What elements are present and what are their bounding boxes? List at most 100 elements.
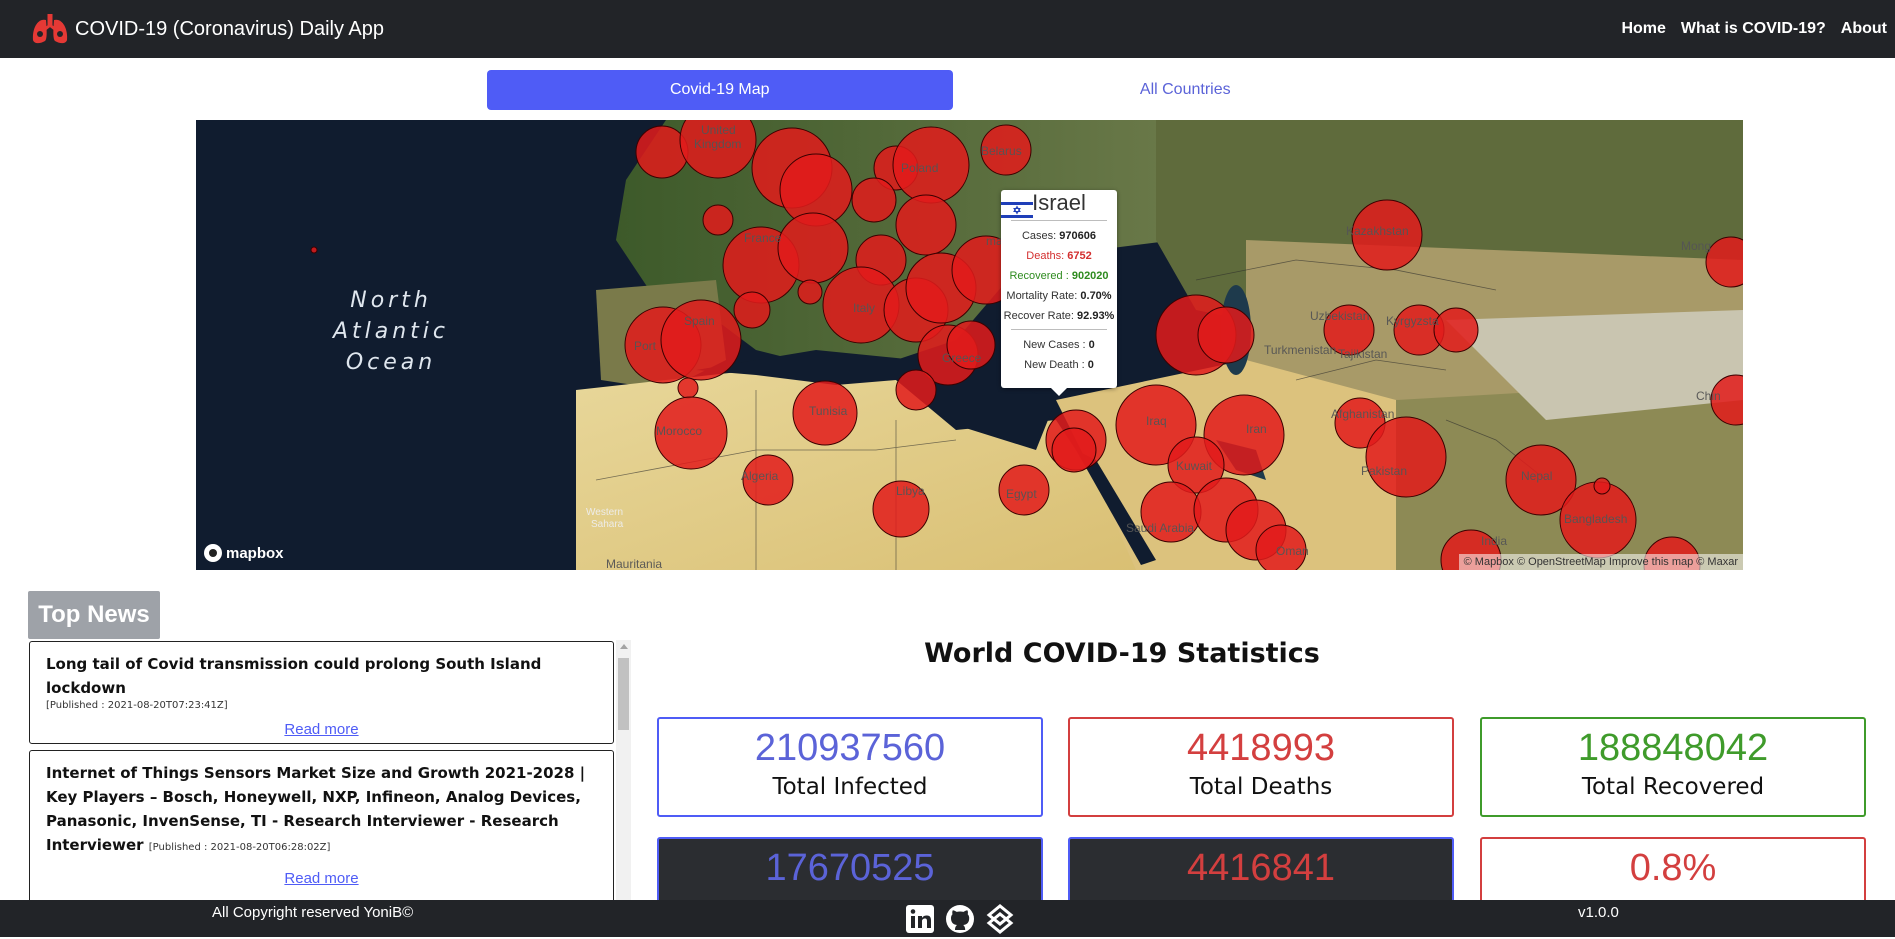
svg-text:Belarus: Belarus (981, 144, 1022, 158)
svg-text:Kingdom: Kingdom (694, 137, 741, 151)
svg-text:Spain: Spain (684, 314, 715, 328)
scroll-up-arrow-icon[interactable] (620, 644, 628, 649)
svg-text:Oman: Oman (1276, 544, 1309, 558)
news-headline-text: Internet of Things Sensors Market Size a… (46, 764, 586, 854)
svg-text:United: United (701, 123, 736, 137)
svg-text:Kazakhstan: Kazakhstan (1346, 224, 1409, 238)
scroll-thumb[interactable] (618, 658, 629, 730)
covid-map[interactable]: United Kingdom Poland Belarus France Spai… (196, 120, 1743, 570)
svg-text:Algeria: Algeria (741, 469, 779, 483)
news-published-date: [Published : 2021-08-20T07:23:41Z] (46, 700, 228, 711)
news-headline: Long tail of Covid transmission could pr… (46, 655, 542, 697)
read-more-link[interactable]: Read more (46, 870, 597, 887)
popup-deaths: Deaths: 6752 (1001, 246, 1117, 266)
popup-recovered-value: 902020 (1071, 270, 1109, 282)
svg-text:Nepal: Nepal (1521, 469, 1552, 483)
map-attribution[interactable]: © Mapbox © OpenStreetMap Improve this ma… (1458, 554, 1743, 570)
svg-text:Sahara: Sahara (591, 519, 624, 530)
news-item: Long tail of Covid transmission could pr… (29, 641, 614, 744)
total-infected-label: Total Infected (772, 774, 928, 800)
svg-text:Kyrgyzsta: Kyrgyzsta (1386, 314, 1439, 328)
svg-text:Bangladesh: Bangladesh (1564, 512, 1627, 526)
mapbox-icon (204, 544, 222, 562)
popup-cases-label: Cases: (1021, 230, 1057, 242)
popup-new-cases: New Cases : 0 (1001, 335, 1117, 355)
read-more-link[interactable]: Read more (46, 721, 597, 738)
top-news-title: Top News (28, 591, 160, 639)
popup-cases-value: 970606 (1059, 230, 1097, 242)
news-published-date: [Published : 2021-08-20T06:28:02Z] (148, 842, 331, 853)
linkedin-icon[interactable] (905, 904, 939, 934)
news-headline: Internet of Things Sensors Market Size a… (46, 761, 597, 860)
view-tabs: Covid-19 Map All Countries (487, 70, 1418, 110)
popup-divider (1011, 329, 1107, 330)
svg-text:Libya: Libya (896, 484, 925, 498)
popup-tip (1051, 388, 1067, 396)
lungs-virus-icon (32, 14, 68, 44)
active-cases-value: 17670525 (765, 847, 935, 889)
footer: All Copyright reserved YoniB© v1.0.0 (0, 900, 1895, 937)
total-recovered-card: 188848042 Total Recovered (1480, 717, 1866, 817)
ocean-label-line-1: North (350, 288, 432, 313)
total-deaths-label: Total Deaths (1189, 774, 1333, 800)
tab-covid-map[interactable]: Covid-19 Map (487, 70, 953, 110)
footer-copyright: All Copyright reserved YoniB© (212, 904, 414, 921)
ocean-label-line-3: Ocean (345, 350, 437, 375)
svg-text:Port: Port (634, 339, 657, 353)
svg-text:Tunisia: Tunisia (809, 404, 848, 418)
popup-recover-rate-value: 92.93% (1077, 310, 1115, 322)
svg-text:Turkmenistan: Turkmenistan (1264, 343, 1336, 357)
ocean-label-line-2: Atlantic (332, 319, 450, 344)
svg-text:Iran: Iran (1246, 422, 1267, 436)
tab-all-countries[interactable]: All Countries (953, 70, 1419, 110)
svg-text:Italy: Italy (853, 301, 875, 315)
stackshare-icon[interactable] (985, 904, 1019, 934)
svg-text:Kuwait: Kuwait (1176, 459, 1213, 473)
svg-text:Western: Western (586, 507, 623, 518)
popup-new-cases-label: New Cases : (1023, 339, 1086, 351)
app-version: v1.0.0 (1578, 904, 1619, 921)
total-infected-card: 210937560 Total Infected (657, 717, 1043, 817)
svg-text:Uzbekistan: Uzbekistan (1310, 309, 1369, 323)
news-item: Internet of Things Sensors Market Size a… (29, 750, 614, 900)
israel-flag-icon (1001, 200, 1033, 220)
total-recovered-label: Total Recovered (1581, 774, 1765, 800)
nav-home-link[interactable]: Home (1621, 20, 1665, 38)
svg-text:Mong: Mong (1681, 239, 1711, 253)
svg-text:France: France (744, 231, 782, 245)
popup-recovered-label: Recovered : (1009, 270, 1069, 282)
popup-new-death-value: 0 (1087, 359, 1094, 371)
mapbox-logo-text: mapbox (226, 544, 284, 562)
nav-what-is-covid-link[interactable]: What is COVID-19? (1681, 20, 1826, 38)
svg-text:Greece: Greece (942, 351, 982, 365)
stats-title: World COVID-19 Statistics (924, 638, 1320, 669)
popup-new-cases-value: 0 (1088, 339, 1095, 351)
brand[interactable]: COVID-19 (Coronavirus) Daily App (30, 12, 384, 46)
svg-text:Egypt: Egypt (1006, 487, 1037, 501)
popup-mortality: Mortality Rate: 0.70% (1001, 286, 1117, 306)
svg-text:Saudi Arabia: Saudi Arabia (1126, 521, 1194, 535)
svg-text:India: India (1481, 534, 1507, 548)
nav-about-link[interactable]: About (1841, 20, 1887, 38)
news-panel: Long tail of Covid transmission could pr… (28, 640, 633, 900)
total-infected-value: 210937560 (754, 727, 946, 769)
news-scrollbar[interactable] (616, 640, 631, 900)
svg-text:Iraq: Iraq (1146, 414, 1167, 428)
popup-cases: Cases: 970606 (1001, 226, 1117, 246)
github-icon[interactable] (945, 904, 979, 934)
popup-new-death: New Death : 0 (1001, 355, 1117, 375)
popup-recover-rate: Recover Rate: 92.93% (1001, 306, 1117, 326)
popup-recover-rate-label: Recover Rate: (1003, 310, 1074, 322)
app-title: COVID-19 (Coronavirus) Daily App (75, 17, 384, 40)
total-recovered-value: 188848042 (1577, 727, 1769, 769)
svg-text:Chin: Chin (1696, 389, 1721, 403)
popup-recovered: Recovered : 902020 (1001, 266, 1117, 286)
popup-deaths-label: Deaths: (1026, 250, 1065, 262)
popup-divider (1011, 220, 1107, 221)
mortality-rate-value: 0.8% (1629, 847, 1717, 889)
popup-mortality-label: Mortality Rate: (1006, 290, 1078, 302)
mapbox-logo[interactable]: mapbox (204, 544, 284, 562)
popup-deaths-value: 6752 (1067, 250, 1092, 262)
svg-text:Afghanistan: Afghanistan (1331, 407, 1394, 421)
svg-text:Pakistan: Pakistan (1361, 464, 1407, 478)
